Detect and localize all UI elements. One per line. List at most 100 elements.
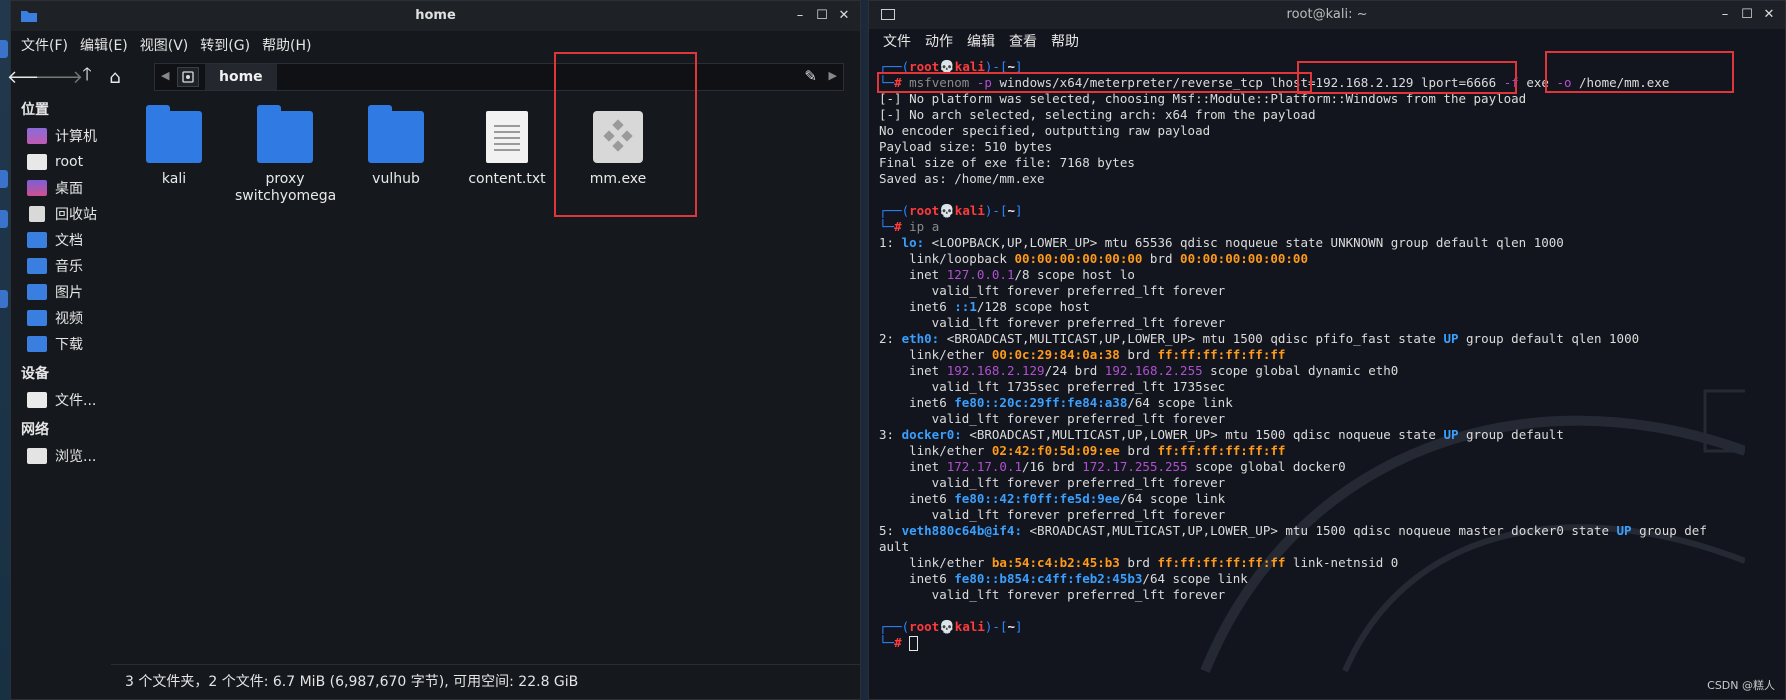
highlight-box [1297, 61, 1517, 94]
devices-header: 设备 [21, 366, 49, 382]
ip-line: valid_lft forever preferred_lft forever [879, 507, 1226, 522]
menu-help[interactable]: 帮助 [1051, 31, 1079, 51]
desktop-dock-strip [0, 0, 10, 700]
sidebar-item-computer[interactable]: 计算机 [11, 123, 111, 149]
text-file-icon [486, 111, 528, 163]
ip-line: inet 192.168.2.129/24 brd 192.168.2.255 … [879, 363, 1399, 378]
ip-line: inet 127.0.0.1/8 scope host lo [879, 267, 1135, 282]
sidebar-item-videos[interactable]: 视频 [11, 305, 111, 331]
fm-titlebar: home – ☐ ✕ [11, 1, 860, 31]
sidebar-item-downloads[interactable]: 下载 [11, 331, 111, 357]
trash-icon [29, 206, 45, 222]
dock-marker [0, 40, 8, 58]
sidebar-item-root[interactable]: root [11, 149, 111, 175]
ip-line: valid_lft forever preferred_lft forever [879, 411, 1226, 426]
file-manager-window: home – ☐ ✕ 文件(F) 编辑(E) 视图(V) 转到(G) 帮助(H)… [7, 0, 861, 700]
sidebar-item-label: 浏览... [55, 449, 97, 465]
folder-icon [146, 105, 202, 163]
menu-help[interactable]: 帮助(H) [262, 35, 311, 55]
command-line: └─# ip a [879, 219, 940, 234]
menu-file[interactable]: 文件(F) [21, 35, 68, 55]
file-item-proxy-switchyomega[interactable]: proxy switchyomega [235, 97, 337, 205]
sidebar-item-label: 图片 [55, 285, 83, 301]
terminal-window-title: root@kali: ~ [1286, 7, 1368, 22]
file-item-content-txt[interactable]: content.txt [457, 97, 557, 188]
sidebar-item-browse-network[interactable]: 浏览... [11, 443, 111, 469]
sidebar-item-label: 文档 [55, 233, 83, 249]
prompt-line: ┌──(root💀kali)-[~] [879, 619, 1023, 634]
output-line: Payload size: 510 bytes [879, 139, 1053, 154]
sidebar-item-filesystem[interactable]: 文件... [11, 387, 111, 413]
menu-view[interactable]: 查看 [1009, 31, 1037, 51]
pictures-icon [27, 284, 47, 300]
terminal-titlebar: root@kali: ~ – ☐ ✕ [869, 1, 1785, 29]
menu-view[interactable]: 视图(V) [140, 35, 189, 55]
desktop-icon [27, 180, 47, 196]
highlight-box [554, 52, 697, 217]
fm-window-title: home [415, 8, 456, 23]
ip-line: 3: docker0: <BROADCAST,MULTICAST,UP,LOWE… [879, 427, 1564, 442]
home-folder-icon [27, 154, 47, 170]
fm-toolbar: 🡐 🡒 🡑 ⌂ ◀ home ✎ ▶ [7, 59, 860, 95]
sidebar-item-music[interactable]: 音乐 [11, 253, 111, 279]
file-name: proxy switchyomega [235, 171, 337, 204]
places-sidebar: 位置 计算机 root 桌面 回收站 文档 音乐 图片 视频 下载 设备 文件.… [11, 97, 111, 469]
minimize-icon[interactable]: – [792, 7, 808, 23]
file-item-vulhub[interactable]: vulhub [346, 97, 446, 188]
menu-file[interactable]: 文件 [883, 31, 911, 51]
ip-line: inet 172.17.0.1/16 brd 172.17.255.255 sc… [879, 459, 1346, 474]
ip-line: link/ether 02:42:f0:5d:09:ee brd ff:ff:f… [879, 443, 1286, 458]
folder-icon [257, 105, 313, 163]
ip-line: valid_lft forever preferred_lft forever [879, 475, 1226, 490]
menu-edit[interactable]: 编辑(E) [80, 35, 128, 55]
edit-path-icon[interactable]: ✎ [804, 67, 817, 85]
network-header: 网络 [21, 422, 49, 438]
ip-line: ault [879, 539, 910, 554]
downloads-icon [27, 336, 47, 352]
kali-dragon-watermark [1200, 389, 1745, 673]
sidebar-item-label: 文件... [55, 393, 97, 409]
sidebar-item-trash[interactable]: 回收站 [11, 201, 111, 227]
scroll-right-icon[interactable]: ▶ [829, 69, 837, 82]
file-name: content.txt [468, 171, 546, 187]
sidebar-item-label: 下载 [55, 337, 83, 353]
scroll-left-icon[interactable]: ◀ [161, 69, 169, 82]
maximize-icon[interactable]: ☐ [814, 7, 830, 23]
up-arrow-icon[interactable]: 🡑 [75, 64, 99, 89]
close-icon[interactable]: ✕ [1761, 6, 1777, 22]
forward-arrow-icon[interactable]: 🡒 [35, 65, 83, 89]
menu-action[interactable]: 动作 [925, 31, 953, 51]
home-icon[interactable]: ⌂ [103, 65, 127, 89]
file-name: vulhub [372, 171, 420, 187]
ip-line: 1: lo: <LOOPBACK,UP,LOWER_UP> mtu 65536 … [879, 235, 1564, 250]
maximize-icon[interactable]: ☐ [1739, 6, 1755, 22]
sidebar-item-pictures[interactable]: 图片 [11, 279, 111, 305]
sidebar-item-desktop[interactable]: 桌面 [11, 175, 111, 201]
drive-crumb-icon[interactable] [177, 67, 199, 87]
ip-line: inet6 fe80::20c:29ff:fe84:a38/64 scope l… [879, 395, 1233, 410]
breadcrumb-home[interactable]: home [205, 64, 277, 90]
folder-icon [368, 105, 424, 163]
terminal-window: root@kali: ~ – ☐ ✕ 文件 动作 编辑 查看 帮助 ┌──(ro… [868, 0, 1786, 700]
sidebar-item-documents[interactable]: 文档 [11, 227, 111, 253]
dock-marker [0, 290, 8, 308]
computer-icon [27, 128, 47, 144]
file-item-kali[interactable]: kali [124, 97, 224, 188]
dock-marker [0, 210, 8, 228]
places-header: 位置 [21, 102, 49, 118]
ip-line: inet6 fe80::42:f0ff:fe5d:9ee/64 scope li… [879, 491, 1226, 506]
music-icon [27, 258, 47, 274]
minimize-icon[interactable]: – [1717, 6, 1733, 22]
sidebar-item-label: 计算机 [55, 129, 97, 145]
location-bar: ◀ home ✎ ▶ [154, 63, 844, 91]
videos-icon [27, 310, 47, 326]
menu-edit[interactable]: 编辑 [967, 31, 995, 51]
output-line: No encoder specified, outputting raw pay… [879, 123, 1211, 138]
output-line: [-] No arch selected, selecting arch: x6… [879, 107, 1316, 122]
dock-marker [0, 170, 8, 188]
command-line: └─# [879, 635, 919, 651]
close-icon[interactable]: ✕ [836, 7, 852, 23]
menu-go[interactable]: 转到(G) [200, 35, 250, 55]
text-cursor [909, 636, 919, 651]
drive-icon [27, 392, 47, 408]
